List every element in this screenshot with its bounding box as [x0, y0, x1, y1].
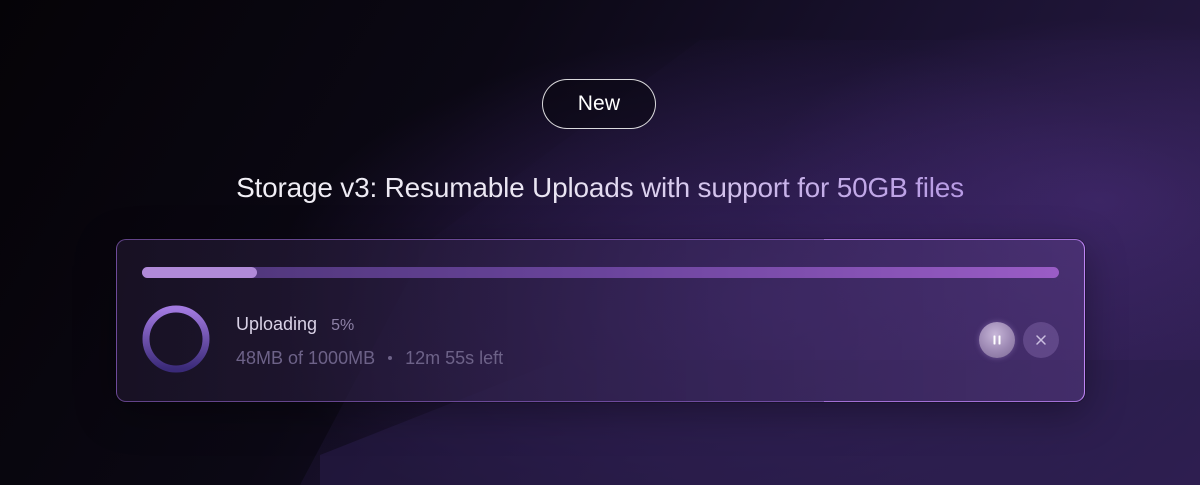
headline-text: Storage v3: Resumable Uploads with suppo…	[236, 172, 964, 203]
banner: New Storage v3: Resumable Uploads with s…	[0, 0, 1200, 485]
upload-progress-bar	[142, 267, 1059, 278]
pause-icon	[993, 335, 1001, 345]
upload-card: Uploading 5% 48MB of 1000MB 12m 55s left	[116, 239, 1085, 402]
upload-progress-fill	[142, 267, 257, 278]
close-icon	[1036, 335, 1046, 345]
upload-spinner-icon	[142, 305, 210, 373]
pause-button[interactable]	[979, 322, 1015, 358]
upload-status-label: Uploading	[236, 314, 318, 334]
new-badge-label: New	[577, 92, 621, 115]
new-badge: New	[542, 79, 656, 129]
upload-transferred: 48MB of 1000MB	[236, 348, 376, 368]
upload-details: 48MB of 1000MB 12m 55s left	[236, 347, 503, 369]
headline: Storage v3: Resumable Uploads with suppo…	[0, 168, 1200, 208]
cancel-upload-button[interactable]	[1023, 322, 1059, 358]
upload-percent: 5%	[331, 317, 355, 334]
upload-time-left: 12m 55s left	[405, 348, 504, 368]
upload-status: Uploading 5%	[236, 313, 354, 337]
separator-dot	[388, 356, 393, 360]
